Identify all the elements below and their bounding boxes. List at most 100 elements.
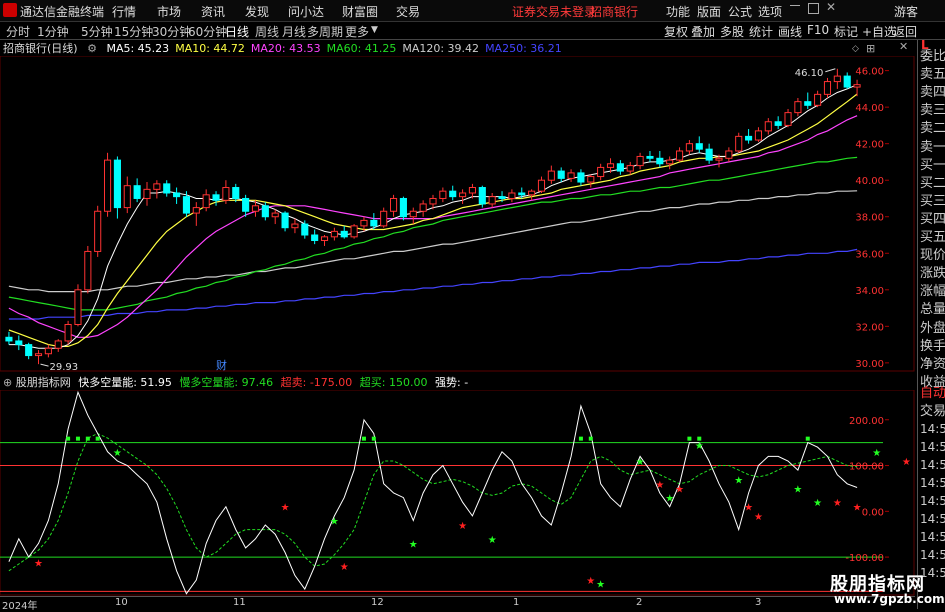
btn-fuquan[interactable]: 复权 [664,23,688,40]
sidebar-item[interactable]: 涨幅 [920,283,945,300]
candle [44,344,52,358]
date-label: 1 [513,597,520,608]
chevron-down-icon[interactable]: ▼ [371,25,378,35]
ma-legend: 招商银行(日线) ⚙ MA5: 45.23 MA10: 44.72 MA20: 43… [0,40,915,56]
news-marker-icon[interactable]: 财 [216,358,227,372]
period-5min[interactable]: 5分钟 [81,23,113,40]
sidebar-item[interactable]: 总量 [920,301,945,318]
minimize-icon[interactable] [790,5,800,6]
candle [754,127,763,142]
sidebar-item[interactable]: 现价 [920,247,945,264]
period-monthly[interactable]: 月线 [282,23,306,40]
fast-energy-line [8,390,858,595]
menu-zixun[interactable]: 资讯 [201,3,225,20]
indicator-collapse-icon[interactable]: ⊕ [3,376,12,389]
menu-hangqing[interactable]: 行情 [112,3,136,20]
diamond-icon[interactable]: ◇ [852,44,859,54]
settings-icon[interactable]: ⚙ [87,42,97,55]
btn-diejia[interactable]: 叠加 [691,23,715,40]
price-axis-label: 34.00 [855,286,884,297]
menu-shichang[interactable]: 市场 [157,3,181,20]
btn-f10[interactable]: F10 [807,23,829,37]
period-30min[interactable]: 30分钟 [152,23,191,40]
menu-jiaoyi[interactable]: 交易 [396,3,420,20]
candlestick-chart[interactable]: 46.00 44.00 42.00 40.00 38.00 36.00 34.00 32.00… [0,56,915,372]
sidebar-item[interactable]: 买四 [920,211,945,228]
sidebar-item[interactable]: 买三 [920,193,945,210]
indicator-chart[interactable]: 200.00100.000.00-100.00★★★★★★★★★ ★★★★★★★★… [0,390,915,596]
candle [340,225,348,239]
overbuy-dot [95,436,100,441]
sidebar-item[interactable]: 买二 [920,175,945,192]
btn-duogu[interactable]: 多股 [720,23,744,40]
candle [853,79,861,97]
sidebar-item[interactable]: 卖五 [920,66,945,83]
sidebar-item[interactable]: 卖一 [920,139,945,156]
maximize-icon[interactable] [808,3,819,14]
sidebar-item[interactable]: 卖四 [920,84,945,101]
period-daily[interactable]: 日线 [225,23,249,40]
candle [271,209,279,225]
candle [192,202,200,226]
indicator-axis-label: 200.00 [849,416,884,427]
trade-login-notice[interactable]: 证券交易未登录 [512,3,596,20]
menu-gongneng[interactable]: 功能 [666,3,690,20]
menu-caifuquan[interactable]: 财富圈 [342,3,378,20]
btn-huaxian[interactable]: 画线 [778,23,802,40]
signal-star-marker: ★ [488,535,497,546]
candle [843,72,851,89]
sidebar-item[interactable]: 委比 [920,48,945,65]
sidebar-mode-trade[interactable]: 交易 [920,403,945,420]
menu-gongshi[interactable]: 公式 [728,3,752,20]
candle [25,342,33,360]
period-fenshi[interactable]: 分时 [6,23,30,40]
overbuy-dot [75,436,80,441]
sidebar-item[interactable]: 净资 [920,356,945,373]
period-1min[interactable]: 1分钟 [37,23,69,40]
menu-faxian[interactable]: 发现 [245,3,269,20]
close-icon[interactable]: ✕ [826,0,836,14]
candle [419,200,427,217]
candle [182,191,191,217]
indicator-name[interactable]: 股朋指标网 [16,376,71,389]
candle [311,229,319,245]
btn-add-watchlist[interactable]: +自选 [862,23,896,40]
menu-bar: 通达信金融终端 行情 市场 资讯 发现 问小达 财富圈 交易 证券交易未登录 招… [0,0,945,22]
period-more[interactable]: 更多 [345,23,369,40]
btn-tongji[interactable]: 统计 [749,23,773,40]
sidebar-item[interactable]: 外盘 [920,320,945,337]
sidebar-time: 14:56 [920,548,945,562]
menu-wenxiaoda[interactable]: 问小达 [288,3,324,20]
signal-star-marker: ★ [113,448,122,459]
sidebar-item[interactable]: 换手 [920,338,945,355]
sidebar-item[interactable]: 买一 [920,157,945,174]
signal-star-marker: ★ [340,562,349,573]
signal-star-marker: ★ [409,539,418,550]
period-15min[interactable]: 15分钟 [114,23,153,40]
signal-star-marker: ★ [902,457,911,468]
signal-star-marker: ★ [281,503,290,514]
sidebar-mode-auto[interactable]: 自动 [920,385,945,402]
current-stock-notice[interactable]: 招商银行 [590,3,638,20]
menu-xuanxiang[interactable]: 选项 [758,3,782,20]
chart-close-icon[interactable]: ✕ [899,40,908,53]
app-logo-icon [3,3,17,17]
period-60min[interactable]: 60分钟 [188,23,227,40]
sidebar-item[interactable]: 买五 [920,229,945,246]
btn-biaoji[interactable]: 标记 [834,23,858,40]
period-weekly[interactable]: 周线 [255,23,279,40]
guest-label[interactable]: 游客 [894,3,918,20]
signal-star-marker: ★ [833,498,842,509]
sidebar-item[interactable]: 卖三 [920,102,945,119]
ma-legend-item: MA250: 36.21 [485,42,562,55]
sidebar-time: 14:56 [920,458,945,472]
period-multi[interactable]: 多周期 [307,23,343,40]
btn-back[interactable]: 返回 [893,23,917,40]
sidebar-item[interactable]: 卖二 [920,120,945,137]
ma-legend-item: MA60: 41.25 [326,42,397,55]
expand-icon[interactable]: ⊞ [866,42,875,55]
stock-label[interactable]: 招商银行(日线) [3,42,78,55]
low-pointer [40,363,49,367]
menu-banmian[interactable]: 版面 [697,3,721,20]
sidebar-item[interactable]: 涨跌 [920,265,945,282]
